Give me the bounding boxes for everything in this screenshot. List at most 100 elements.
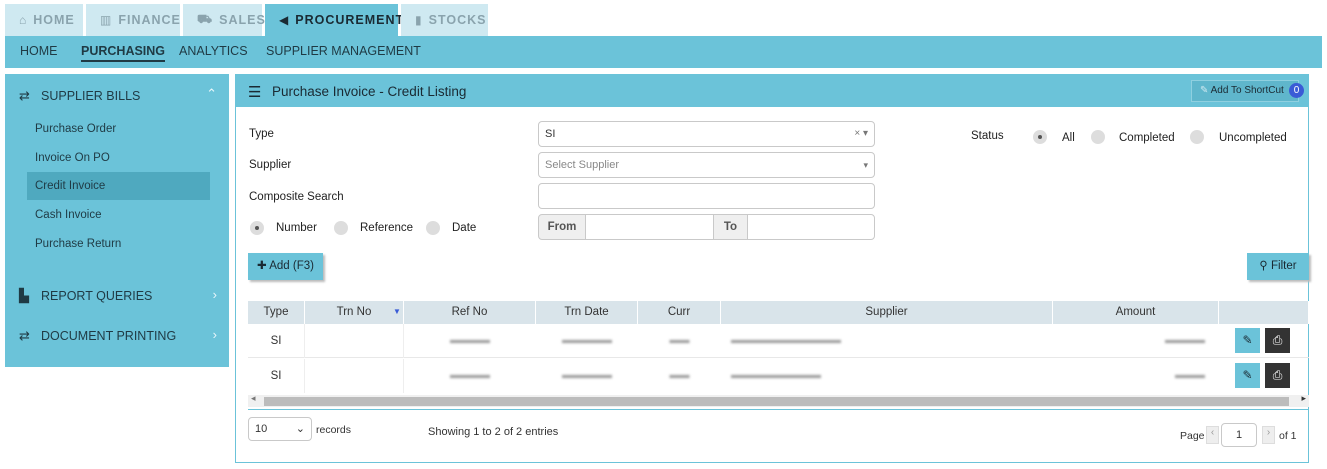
radio-status-all-label: All (1062, 132, 1075, 144)
chevron-up-icon[interactable]: ⌃ (206, 86, 217, 102)
sidebar: ⇄ SUPPLIER BILLS ⌃ Purchase Order Invoic… (5, 74, 229, 367)
prev-page-button[interactable]: ‹ (1206, 426, 1219, 444)
tab-procurement[interactable]: ◀ PROCUREMENT (265, 4, 403, 36)
print-button[interactable]: ⎙ (1265, 328, 1290, 353)
radio-status-completed[interactable] (1091, 130, 1105, 144)
cell-ref-no: ▬▬▬▬ (450, 335, 490, 346)
subnav-home[interactable]: HOME (20, 44, 58, 58)
plus-icon: ✚ (257, 260, 267, 272)
type-select[interactable]: SI × ▾ (538, 121, 875, 147)
sub-navigation: HOME PURCHASING ANALYTICS SUPPLIER MANAG… (5, 36, 1322, 68)
cell-trn-date: ▬▬▬▬▬ (562, 335, 612, 346)
col-type[interactable]: Type (248, 301, 305, 324)
chevron-right-icon[interactable]: › (213, 287, 217, 302)
from-addon: From (538, 214, 586, 240)
chevron-right-icon[interactable]: › (213, 327, 217, 342)
col-trn-date[interactable]: Trn Date (536, 301, 638, 324)
scrollbar-thumb[interactable] (264, 397, 1289, 406)
sidebar-item-invoice-on-po[interactable]: Invoice On PO (27, 144, 210, 172)
bank-icon: ▥ (100, 13, 113, 27)
page-size-select[interactable]: 10 ⌄ (248, 417, 312, 441)
subnav-supplier-management[interactable]: SUPPLIER MANAGEMENT (266, 44, 421, 58)
col-amount[interactable]: Amount (1053, 301, 1219, 324)
radio-number[interactable] (250, 221, 264, 235)
col-trn-no[interactable]: Trn No (305, 301, 404, 324)
print-button[interactable]: ⎙ (1265, 363, 1290, 388)
table-row[interactable]: SI ▬▬▬▬ ▬▬▬▬▬ ▬▬ ▬▬▬▬▬▬▬▬▬ ▬▬▬ ✎ ⎙ (248, 359, 1309, 393)
sidebar-group-report-queries[interactable]: ▙ REPORT QUERIES (19, 288, 152, 304)
cell-ref-no: ▬▬▬▬ (450, 370, 490, 381)
cell-type: SI (248, 324, 305, 358)
shortcut-count-badge: 0 (1289, 83, 1304, 98)
add-button[interactable]: ✚ Add (F3) (248, 253, 323, 280)
page-label: Page (1180, 430, 1205, 442)
main-panel: ☰ Purchase Invoice - Credit Listing ✎ Ad… (235, 74, 1309, 463)
divider (248, 409, 1309, 410)
sidebar-group-supplier-bills[interactable]: ⇄ SUPPLIER BILLS (19, 88, 140, 104)
cell-curr: ▬▬ (669, 370, 690, 381)
horizontal-scrollbar[interactable]: ◂ ▸ (248, 393, 1309, 407)
composite-search-label: Composite Search (249, 191, 344, 203)
subnav-analytics[interactable]: ANALYTICS (179, 44, 248, 58)
radio-date[interactable] (426, 221, 440, 235)
cell-supplier: ▬▬▬▬▬▬▬▬▬▬▬ (731, 335, 841, 346)
sort-desc-icon: ▼ (393, 307, 401, 316)
radio-number-label: Number (276, 222, 317, 234)
radio-status-uncompleted[interactable] (1190, 130, 1204, 144)
edit-icon: ✎ (1242, 333, 1253, 347)
status-label: Status (971, 130, 1004, 142)
to-addon: To (713, 214, 748, 240)
from-date-input[interactable] (585, 214, 714, 240)
sidebar-group-document-printing[interactable]: ⇄ DOCUMENT PRINTING (19, 328, 176, 344)
showing-entries: Showing 1 to 2 of 2 entries (428, 426, 559, 438)
to-date-input[interactable] (747, 214, 875, 240)
page-number-input[interactable]: 1 (1221, 423, 1257, 447)
cell-trn-date: ▬▬▬▬▬ (562, 370, 612, 381)
page-title: Purchase Invoice - Credit Listing (272, 84, 467, 99)
cell-trn-no (305, 324, 404, 358)
chevron-down-icon: ▾ (863, 160, 868, 170)
sidebar-item-credit-invoice[interactable]: Credit Invoice (27, 172, 210, 200)
cart-icon: ⛟ (197, 12, 214, 26)
bar-chart-icon: ▮ (415, 13, 423, 27)
chevron-down-icon: ⌄ (295, 423, 305, 435)
scroll-left-icon[interactable]: ◂ (251, 393, 256, 404)
radio-status-all[interactable] (1033, 130, 1047, 144)
edit-icon: ✎ (1242, 368, 1253, 382)
sidebar-item-purchase-order[interactable]: Purchase Order (27, 115, 210, 143)
tab-home[interactable]: ⌂ HOME (5, 4, 83, 36)
panel-header: ☰ Purchase Invoice - Credit Listing ✎ Ad… (236, 75, 1308, 107)
sidebar-item-purchase-return[interactable]: Purchase Return (27, 230, 210, 258)
tab-sales[interactable]: ⛟ SALES (183, 4, 265, 36)
tab-stocks[interactable]: ▮ STOCKS (401, 4, 488, 36)
megaphone-icon: ◀ (279, 13, 290, 27)
pencil-icon: ✎ (1200, 85, 1209, 96)
edit-button[interactable]: ✎ (1235, 363, 1260, 388)
radio-reference-label: Reference (360, 222, 414, 234)
subnav-purchasing[interactable]: PURCHASING (81, 44, 166, 62)
print-icon: ⎙ (1272, 368, 1283, 382)
home-icon: ⌂ (19, 13, 28, 27)
col-curr[interactable]: Curr (638, 301, 721, 324)
filter-button[interactable]: ⚲ Filter (1247, 253, 1309, 280)
scroll-right-icon[interactable]: ▸ (1301, 393, 1306, 404)
search-icon: ⚲ (1259, 260, 1268, 272)
clear-chevron-icon[interactable]: × ▾ (854, 122, 868, 146)
col-supplier[interactable]: Supplier (721, 301, 1053, 324)
radio-reference[interactable] (334, 221, 348, 235)
sidebar-item-cash-invoice[interactable]: Cash Invoice (27, 201, 210, 229)
edit-button[interactable]: ✎ (1235, 328, 1260, 353)
next-page-button[interactable]: › (1262, 426, 1275, 444)
tab-finance[interactable]: ▥ FINANCE (86, 4, 180, 36)
add-to-shortcut-button[interactable]: ✎ Add To ShortCut 0 (1191, 80, 1304, 102)
supplier-select[interactable]: Select Supplier ▾ (538, 152, 875, 178)
cell-curr: ▬▬ (669, 335, 690, 346)
cell-type: SI (248, 359, 305, 393)
radio-date-label: Date (452, 222, 477, 234)
menu-icon[interactable]: ☰ (248, 83, 261, 101)
table-row[interactable]: SI ▬▬▬▬ ▬▬▬▬▬ ▬▬ ▬▬▬▬▬▬▬▬▬▬▬ ▬▬▬▬ ✎ ⎙ (248, 324, 1309, 358)
col-ref-no[interactable]: Ref No (404, 301, 536, 324)
table-header: Type Trn No ▼ Ref No Trn Date Curr Suppl… (248, 301, 1309, 324)
composite-search-input[interactable] (538, 183, 875, 209)
col-actions (1219, 301, 1309, 324)
